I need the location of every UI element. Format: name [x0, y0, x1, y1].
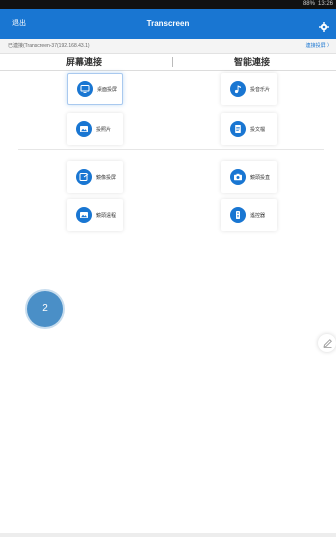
tile-mirror-cast[interactable]: 鏡像投屏	[67, 161, 123, 193]
status-bar: 88% 13:26	[0, 0, 336, 9]
app-header: 退出 Transcreen	[0, 9, 336, 39]
connection-bar: 已連接(Transcreen-37(192.168.43.1) 連接投屏 〉	[0, 39, 336, 54]
photo-icon	[76, 121, 92, 137]
tile-label: 投照片	[96, 126, 112, 133]
app-title: Transcreen	[146, 19, 190, 28]
tile-label: 鏡頭投直	[250, 174, 271, 181]
tile-label: 鏡頭遠程	[96, 212, 117, 219]
step-badge: 2	[27, 291, 63, 327]
tile-label: 投文檔	[250, 126, 266, 133]
image-icon	[76, 207, 92, 223]
clock: 13:26	[317, 1, 333, 7]
connection-status: 已連接(Transcreen-37(192.168.43.1)	[8, 43, 90, 49]
mirror-icon	[76, 169, 92, 185]
tile-label: 鏡像投屏	[96, 174, 117, 181]
document-icon	[230, 121, 246, 137]
status-indicators: 88% 13:26	[303, 0, 333, 9]
tile-document-cast[interactable]: 投文檔	[221, 113, 277, 145]
bottom-edge	[0, 533, 336, 537]
pen-icon[interactable]	[318, 334, 336, 352]
tile-photo-cast[interactable]: 投照片	[67, 113, 123, 145]
camera-icon	[230, 169, 246, 185]
monitor-icon	[77, 81, 93, 97]
settings-gear-icon[interactable]	[319, 19, 329, 32]
tile-label: 遙控器	[250, 212, 266, 219]
tile-camera-cast[interactable]: 鏡頭投直	[221, 161, 277, 193]
section-divider	[18, 149, 324, 150]
tile-music-cast[interactable]: 投音乐片	[221, 73, 277, 105]
tile-label: 桌面投屏	[97, 86, 118, 93]
tab-screen-connect[interactable]: 屏幕連接	[0, 54, 168, 70]
connect-help-link[interactable]: 連接投屏 〉	[306, 39, 332, 53]
tile-label: 投音乐片	[250, 86, 271, 93]
music-icon	[230, 81, 246, 97]
tile-remote-control[interactable]: 遙控器	[221, 199, 277, 231]
remote-icon	[230, 207, 246, 223]
mode-tabs: 屏幕連接 智能連接	[0, 54, 336, 71]
tile-remote-image[interactable]: 鏡頭遠程	[67, 199, 123, 231]
tile-desktop-cast[interactable]: 桌面投屏	[67, 73, 123, 105]
tab-smart-connect[interactable]: 智能連接	[168, 54, 336, 70]
battery-level: 88%	[302, 1, 315, 7]
